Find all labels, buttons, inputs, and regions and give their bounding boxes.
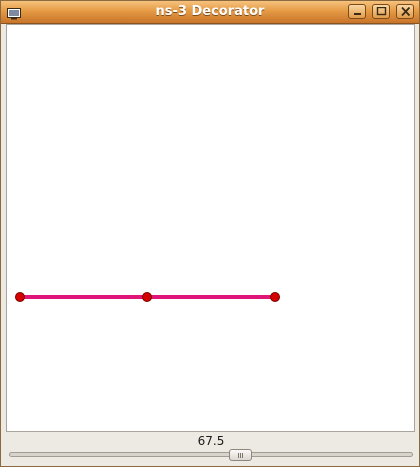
maximize-icon bbox=[376, 7, 387, 16]
network-node[interactable] bbox=[15, 292, 25, 302]
grip-line bbox=[242, 453, 243, 458]
topology-canvas[interactable] bbox=[6, 24, 415, 432]
grip-line bbox=[240, 453, 241, 458]
time-slider-track[interactable] bbox=[9, 452, 413, 457]
app-window: ns-3 Decorator 67.5 bbox=[0, 0, 420, 467]
minimize-icon bbox=[354, 13, 361, 15]
close-button[interactable] bbox=[396, 4, 414, 19]
time-slider-thumb[interactable] bbox=[229, 449, 252, 461]
maximize-button[interactable] bbox=[372, 4, 390, 19]
network-node[interactable] bbox=[270, 292, 280, 302]
slider-value-label: 67.5 bbox=[197, 434, 225, 448]
network-node[interactable] bbox=[142, 292, 152, 302]
close-icon bbox=[401, 7, 411, 17]
title-bar[interactable]: ns-3 Decorator bbox=[1, 1, 419, 24]
grip-line bbox=[238, 453, 239, 458]
minimize-button[interactable] bbox=[348, 4, 366, 19]
